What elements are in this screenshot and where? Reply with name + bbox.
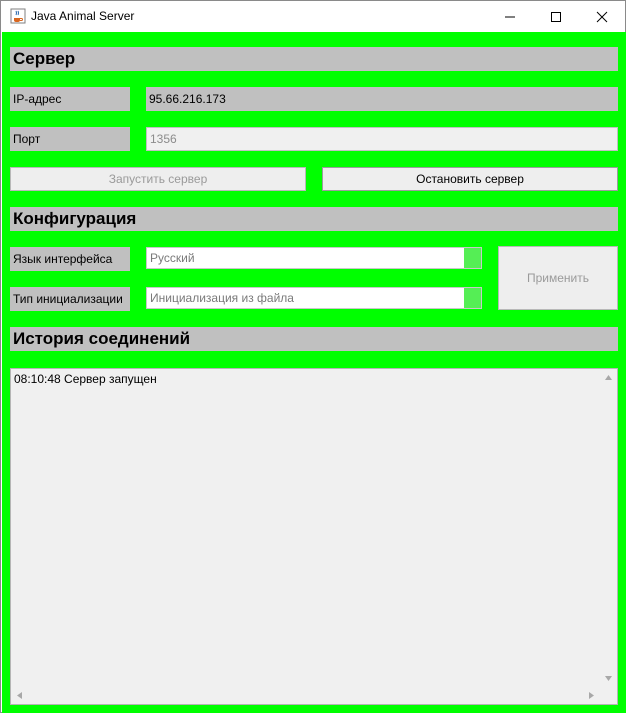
ip-label: IP-адрес: [10, 87, 130, 111]
scroll-left-icon[interactable]: [11, 687, 28, 704]
close-icon: [596, 11, 608, 22]
server-section-header: Сервер: [10, 47, 618, 71]
app-window: Java Animal Server Сервер IP-адрес 95.66…: [0, 0, 626, 713]
log-line: 08:10:48 Сервер запущен: [14, 372, 157, 386]
dropdown-arrow-icon[interactable]: [464, 288, 481, 308]
vertical-scrollbar[interactable]: [600, 369, 617, 687]
port-label: Порт: [10, 127, 130, 151]
history-section-header: История соединений: [10, 327, 618, 351]
scroll-up-icon[interactable]: [600, 369, 617, 386]
maximize-button[interactable]: [533, 1, 579, 32]
connection-log[interactable]: 08:10:48 Сервер запущен: [10, 368, 618, 705]
ip-value: 95.66.216.173: [146, 87, 618, 111]
dropdown-arrow-icon[interactable]: [464, 248, 481, 268]
stop-server-button[interactable]: Остановить сервер: [322, 167, 618, 191]
content-pane: Сервер IP-адрес 95.66.216.173 Порт 1356 …: [2, 32, 626, 713]
java-cup-icon: [10, 8, 26, 24]
scroll-corner: [600, 687, 617, 704]
maximize-icon: [551, 11, 561, 22]
minimize-icon: [505, 16, 515, 17]
config-section-header: Конфигурация: [10, 207, 618, 231]
init-type-combo[interactable]: Инициализация из файла: [146, 287, 482, 309]
title-bar[interactable]: Java Animal Server: [1, 1, 625, 32]
minimize-button[interactable]: [487, 1, 533, 32]
close-button[interactable]: [579, 1, 625, 32]
scroll-down-icon[interactable]: [600, 670, 617, 687]
apply-button[interactable]: Применить: [498, 246, 618, 310]
port-field[interactable]: 1356: [146, 127, 618, 151]
language-combo[interactable]: Русский: [146, 247, 482, 269]
horizontal-scrollbar[interactable]: [11, 687, 600, 704]
window-title: Java Animal Server: [31, 9, 135, 23]
start-server-button[interactable]: Запустить сервер: [10, 167, 306, 191]
language-combo-value: Русский: [150, 251, 195, 265]
scroll-right-icon[interactable]: [583, 687, 600, 704]
language-label: Язык интерфейса: [10, 247, 130, 271]
init-type-label: Тип инициализации: [10, 287, 130, 311]
init-type-combo-value: Инициализация из файла: [150, 291, 294, 305]
